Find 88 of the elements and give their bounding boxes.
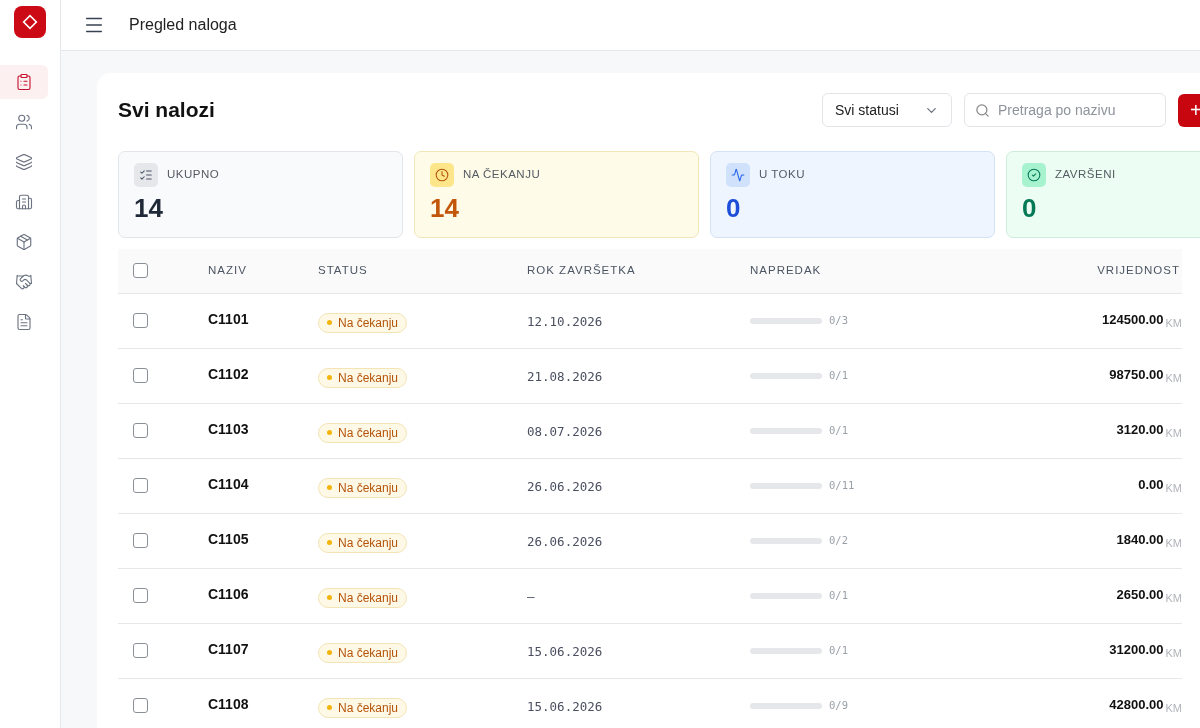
order-name: C1101 xyxy=(208,310,249,327)
column-header: NAZIV xyxy=(208,264,247,277)
column-header: NAPREDAK xyxy=(750,264,822,277)
order-name: C1108 xyxy=(208,695,249,712)
currency-label: KM xyxy=(1165,646,1182,659)
due-date: — xyxy=(527,588,535,604)
progress-count: 0/2 xyxy=(829,532,848,548)
due-date: 15.06.2026 xyxy=(527,643,603,659)
stat-value: 0 xyxy=(1022,192,1038,225)
checkbox[interactable] xyxy=(133,368,148,383)
box-icon xyxy=(15,233,33,251)
order-name: C1106 xyxy=(208,585,249,602)
add-button[interactable]: + xyxy=(1178,93,1200,127)
stat-label: U TOKU xyxy=(759,167,806,183)
checkbox[interactable] xyxy=(133,313,148,328)
order-name: C1105 xyxy=(208,530,249,547)
checklist-icon xyxy=(134,163,158,187)
currency-label: KM xyxy=(1165,591,1182,604)
logo-icon xyxy=(14,6,46,38)
status-dropdown[interactable]: Svi statusi xyxy=(822,93,952,127)
column-header: STATUS xyxy=(318,264,368,277)
users-icon xyxy=(15,113,33,131)
progress-count: 0/1 xyxy=(829,367,848,383)
progress-count: 0/1 xyxy=(829,587,848,603)
due-date: 26.06.2026 xyxy=(527,478,603,494)
clock-icon xyxy=(430,163,454,187)
stat-label: ZAVRŠENI xyxy=(1055,167,1116,183)
checkbox[interactable] xyxy=(133,588,148,603)
due-date: 26.06.2026 xyxy=(527,533,603,549)
due-date: 15.06.2026 xyxy=(527,698,603,714)
order-value: 42800.00 xyxy=(1109,696,1164,712)
checkbox[interactable] xyxy=(133,533,148,548)
order-name: C1107 xyxy=(208,640,249,657)
currency-label: KM xyxy=(1165,481,1182,494)
status-badge: Na čekanju xyxy=(318,312,408,333)
search-field[interactable]: Pretraga po nazivu xyxy=(964,93,1166,127)
currency-label: KM xyxy=(1165,316,1182,329)
checkbox[interactable] xyxy=(133,263,148,279)
checkbox[interactable] xyxy=(133,423,148,438)
status-badge: Na čekanju xyxy=(318,422,408,443)
stat-label: NA ČEKANJU xyxy=(463,167,541,183)
checkbox[interactable] xyxy=(133,478,148,493)
layers-icon xyxy=(15,153,33,171)
order-name: C1103 xyxy=(208,420,249,437)
stat-value: 14 xyxy=(134,192,164,225)
order-value: 1840.00 xyxy=(1116,531,1164,547)
order-value: 31200.00 xyxy=(1109,641,1164,657)
order-value: 0.00 xyxy=(1138,476,1164,492)
clipboard-icon xyxy=(15,73,33,91)
checkbox[interactable] xyxy=(133,698,148,713)
status-badge: Na čekanju xyxy=(318,642,408,663)
stat-value: 14 xyxy=(430,192,460,225)
order-value: 3120.00 xyxy=(1116,421,1164,437)
checkbox[interactable] xyxy=(133,643,148,658)
order-value: 2650.00 xyxy=(1116,586,1164,602)
progress-count: 0/1 xyxy=(829,422,848,438)
document-icon xyxy=(15,313,33,331)
status-badge: Na čekanju xyxy=(318,587,408,608)
section-title: Svi nalozi xyxy=(118,97,216,124)
sidebar-item[interactable] xyxy=(0,65,48,99)
order-name: C1102 xyxy=(208,365,249,382)
stat-value: 0 xyxy=(726,192,742,225)
handshake-icon xyxy=(15,273,33,291)
order-name: C1104 xyxy=(208,475,249,492)
building-icon xyxy=(15,193,33,211)
status-badge: Na čekanju xyxy=(318,697,408,718)
activity-icon xyxy=(726,163,750,187)
search-icon xyxy=(975,103,990,118)
due-date: 08.07.2026 xyxy=(527,423,603,439)
currency-label: KM xyxy=(1165,536,1182,549)
currency-label: KM xyxy=(1165,701,1182,714)
progress-count: 0/11 xyxy=(829,477,855,493)
status-badge: Na čekanju xyxy=(318,532,408,553)
progress-count: 0/9 xyxy=(829,697,848,713)
due-date: 12.10.2026 xyxy=(527,313,603,329)
progress-count: 0/3 xyxy=(829,312,848,328)
column-header: VRIJEDNOST xyxy=(1097,264,1180,277)
currency-label: KM xyxy=(1165,371,1182,384)
order-value: 124500.00 xyxy=(1102,311,1164,327)
order-value: 98750.00 xyxy=(1109,366,1164,382)
status-badge: Na čekanju xyxy=(318,367,408,388)
due-date: 21.08.2026 xyxy=(527,368,603,384)
page-title: Pregled naloga xyxy=(129,15,237,35)
stat-label: UKUPNO xyxy=(167,167,220,183)
status-badge: Na čekanju xyxy=(318,477,408,498)
progress-count: 0/1 xyxy=(829,642,848,658)
currency-label: KM xyxy=(1165,426,1182,439)
column-header: ROK ZAVRŠETKA xyxy=(527,264,636,277)
